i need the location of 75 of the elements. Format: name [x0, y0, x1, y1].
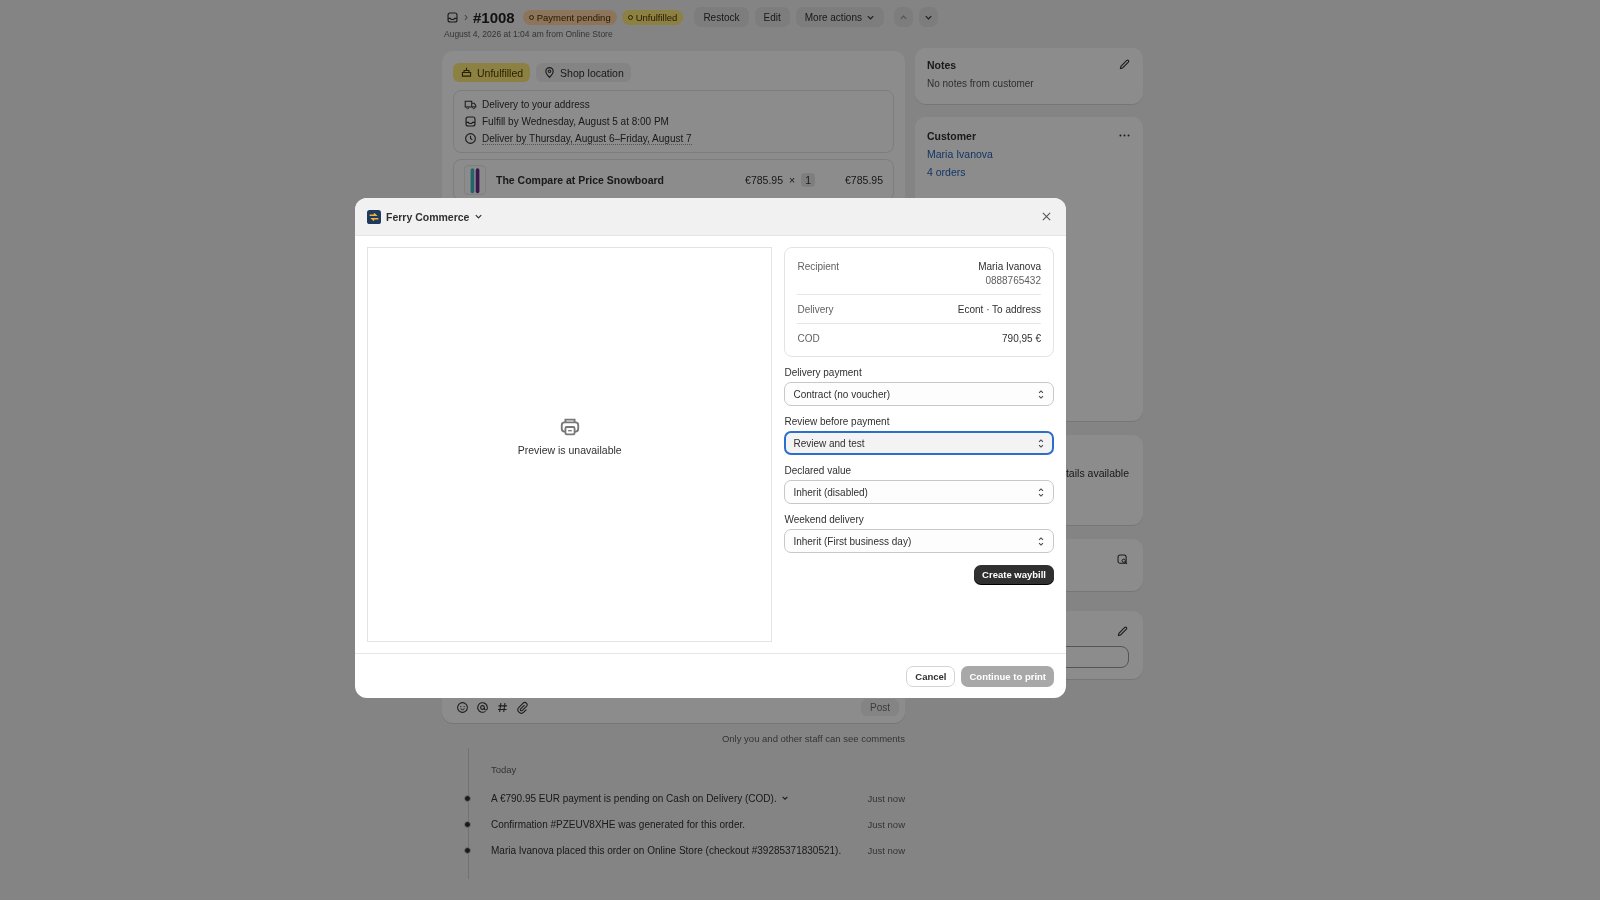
customer-name-link[interactable]: Maria Ivanova — [927, 148, 1131, 160]
event-time: Just now — [867, 818, 905, 830]
timeline-event: A €790.95 EUR payment is pending on Cash on Delivery (COD). — [491, 792, 777, 804]
action-button[interactable]: Edit — [754, 7, 790, 27]
field-label: Weekend delivery — [784, 514, 865, 525]
pencil-icon[interactable] — [1116, 625, 1129, 638]
search-icon[interactable] — [1116, 553, 1129, 566]
timeline-date: Today — [491, 764, 518, 775]
truck-icon — [464, 98, 477, 111]
up-down-arrows-icon — [1037, 486, 1045, 498]
summary-detail: 0888765432 — [985, 275, 1041, 286]
select-field[interactable]: Inherit (disabled) — [784, 480, 1054, 504]
orders-link[interactable]: 4 orders — [927, 166, 1131, 178]
card-title: Customer — [927, 129, 976, 142]
breadcrumb-separator: › — [464, 10, 468, 24]
line-total: €785.95 — [845, 174, 883, 186]
printer-icon — [558, 416, 581, 438]
status-badge: Unfulfilled — [621, 9, 684, 25]
field-label: Declared value — [784, 465, 853, 476]
close-icon[interactable] — [1041, 211, 1052, 222]
preview-message: Preview is unavailable — [517, 444, 622, 456]
field-label: Delivery payment — [784, 367, 863, 378]
up-down-arrows-icon — [1037, 535, 1045, 547]
notes-text: No notes from customer — [927, 78, 1035, 89]
snowboard-icon — [464, 165, 486, 195]
select-field[interactable]: Review and test — [784, 431, 1054, 455]
cancel-button[interactable]: Cancel — [906, 665, 956, 687]
timeline-event: Maria Ivanova placed this order on Online Store (checkout #39285371830521). — [491, 844, 842, 856]
comment-visibility-note: Only you and other staff can see comments — [720, 733, 905, 744]
pencil-icon[interactable] — [1118, 58, 1131, 71]
timeline-event: Confirmation #PZEUV8XHE was generated for this order. — [491, 818, 745, 830]
location-badge: Shop location — [536, 63, 631, 82]
summary-value: 790,95 € — [1002, 333, 1041, 344]
summary-label: Delivery — [797, 304, 834, 315]
inbox-icon — [446, 10, 459, 24]
post-button[interactable]: Post — [861, 699, 899, 716]
emoji-icon[interactable] — [456, 701, 469, 714]
select-field[interactable]: Inherit (First business day) — [784, 529, 1054, 553]
up-down-arrows-icon — [1037, 437, 1045, 449]
product-title[interactable]: The Compare at Price Snowboard — [496, 174, 665, 186]
order-date: August 4, 2026 at 1:04 am from Online Store — [443, 29, 614, 41]
clock-icon — [464, 132, 477, 145]
card-title: Notes — [927, 58, 957, 71]
summary-value: Maria Ivanova — [978, 261, 1041, 272]
summary-value: Econt · To address — [957, 304, 1041, 315]
field-label: Review before payment — [784, 416, 891, 427]
attachment-icon[interactable] — [516, 701, 529, 714]
create-waybill-button[interactable]: Create waybill — [974, 565, 1054, 584]
logo-icon — [367, 209, 381, 224]
delivery-detail: Deliver by Thursday, August 6–Friday, August 7 — [482, 132, 692, 145]
summary-label: COD — [797, 333, 820, 344]
next-button[interactable] — [919, 7, 938, 27]
event-time: Just now — [867, 844, 905, 856]
delivery-detail: Delivery to your address — [482, 99, 590, 110]
select-field[interactable]: Contract (no voucher) — [784, 382, 1054, 406]
event-time: Just now — [867, 792, 905, 804]
action-button[interactable]: Restock — [694, 7, 749, 27]
more-actions-button[interactable]: More actions — [795, 7, 884, 27]
up-down-arrows-icon — [1037, 388, 1045, 400]
status-badge: Payment pending — [522, 9, 617, 25]
fulfillment-status-badge: Unfulfilled — [453, 63, 531, 82]
chevron-down-icon — [474, 212, 484, 221]
delivery-detail: Fulfill by Wednesday, August 5 at 8:00 PM — [482, 116, 669, 127]
unit-price: €785.95 — [745, 174, 784, 186]
quantity-badge: 1 — [801, 173, 816, 187]
card-text: tails available — [1065, 467, 1129, 481]
provider-dropdown[interactable]: Ferry Commerce — [386, 210, 484, 223]
hashtag-icon[interactable] — [496, 701, 509, 714]
chevron-up-icon — [899, 12, 908, 22]
order-number: #1008 — [473, 8, 515, 26]
multiply-sign: × — [789, 174, 796, 186]
expand-icon[interactable] — [780, 794, 789, 802]
mention-icon[interactable] — [476, 701, 489, 714]
summary-label: Recipient — [797, 261, 840, 274]
inbox-icon — [464, 115, 477, 128]
